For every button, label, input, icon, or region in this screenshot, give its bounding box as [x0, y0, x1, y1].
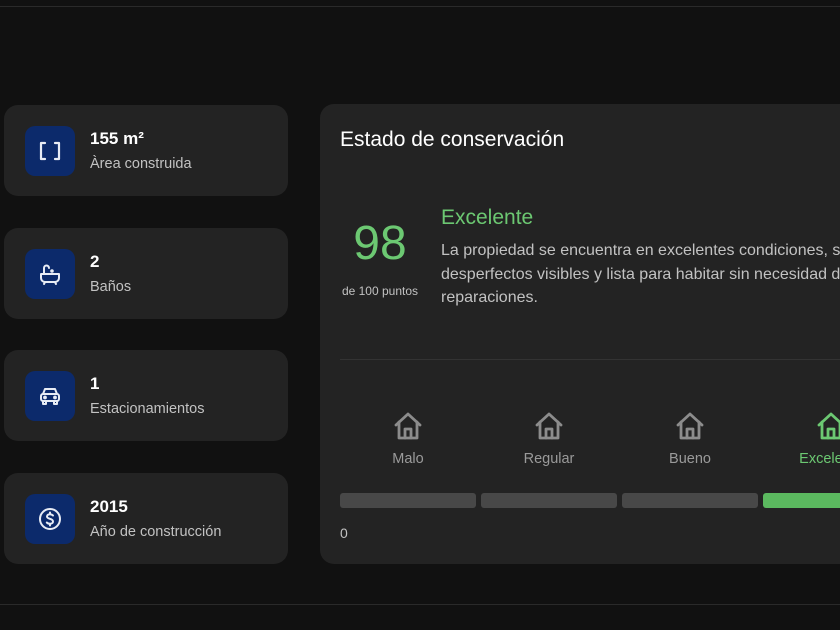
level-bueno: Bueno: [622, 409, 758, 467]
panel-title: Estado de conservación: [340, 128, 565, 151]
stat-card-bathrooms: 2 Baños: [4, 228, 288, 319]
dollar-coin-icon: [25, 494, 75, 544]
level-label: Regular: [523, 451, 575, 467]
house-icon: [535, 412, 563, 440]
rating-label: Excelente: [441, 206, 534, 229]
level-malo: Malo: [340, 409, 476, 467]
stat-card-year: 2015 Año de construcción: [4, 473, 288, 564]
score-caption: de 100 puntos: [341, 284, 419, 298]
bottom-divider: [0, 604, 840, 605]
area-bracket-icon: [25, 126, 75, 176]
house-icon: [394, 412, 422, 440]
panel-divider: [340, 359, 840, 360]
rating-description: La propiedad se encuentra en excelentes …: [441, 242, 840, 306]
level-label: Bueno: [669, 451, 711, 467]
stat-card-area: 155 m² Àrea construida: [4, 105, 288, 196]
stat-value: 2: [90, 252, 100, 271]
stat-label: Àrea construida: [90, 156, 192, 172]
top-divider: [0, 6, 840, 7]
stat-value: 2015: [90, 497, 128, 516]
stat-value: 1: [90, 374, 100, 393]
level-excelente: Excelente: [763, 409, 840, 467]
scale-segment-malo: [340, 493, 476, 508]
scale-segment-regular: [481, 493, 617, 508]
stat-label: Estacionamientos: [90, 401, 205, 417]
house-icon: [676, 412, 704, 440]
conservation-panel: Estado de conservación 98 de 100 puntos …: [320, 104, 840, 564]
level-label: Excelente: [799, 451, 840, 467]
stat-card-parking: 1 Estacionamientos: [4, 350, 288, 441]
scale-segment-excelente: [763, 493, 840, 508]
house-icon: [817, 412, 840, 440]
stat-label: Año de construcción: [90, 524, 222, 540]
stat-value: 155 m²: [90, 129, 144, 148]
scale-segment-bueno: [622, 493, 758, 508]
stat-label: Baños: [90, 279, 132, 295]
level-label: Malo: [392, 451, 424, 467]
level-regular: Regular: [481, 409, 617, 467]
car-icon: [25, 371, 75, 421]
scale-min-label: 0: [340, 525, 348, 541]
bathtub-icon: [25, 249, 75, 299]
score-value: 98: [353, 217, 407, 270]
